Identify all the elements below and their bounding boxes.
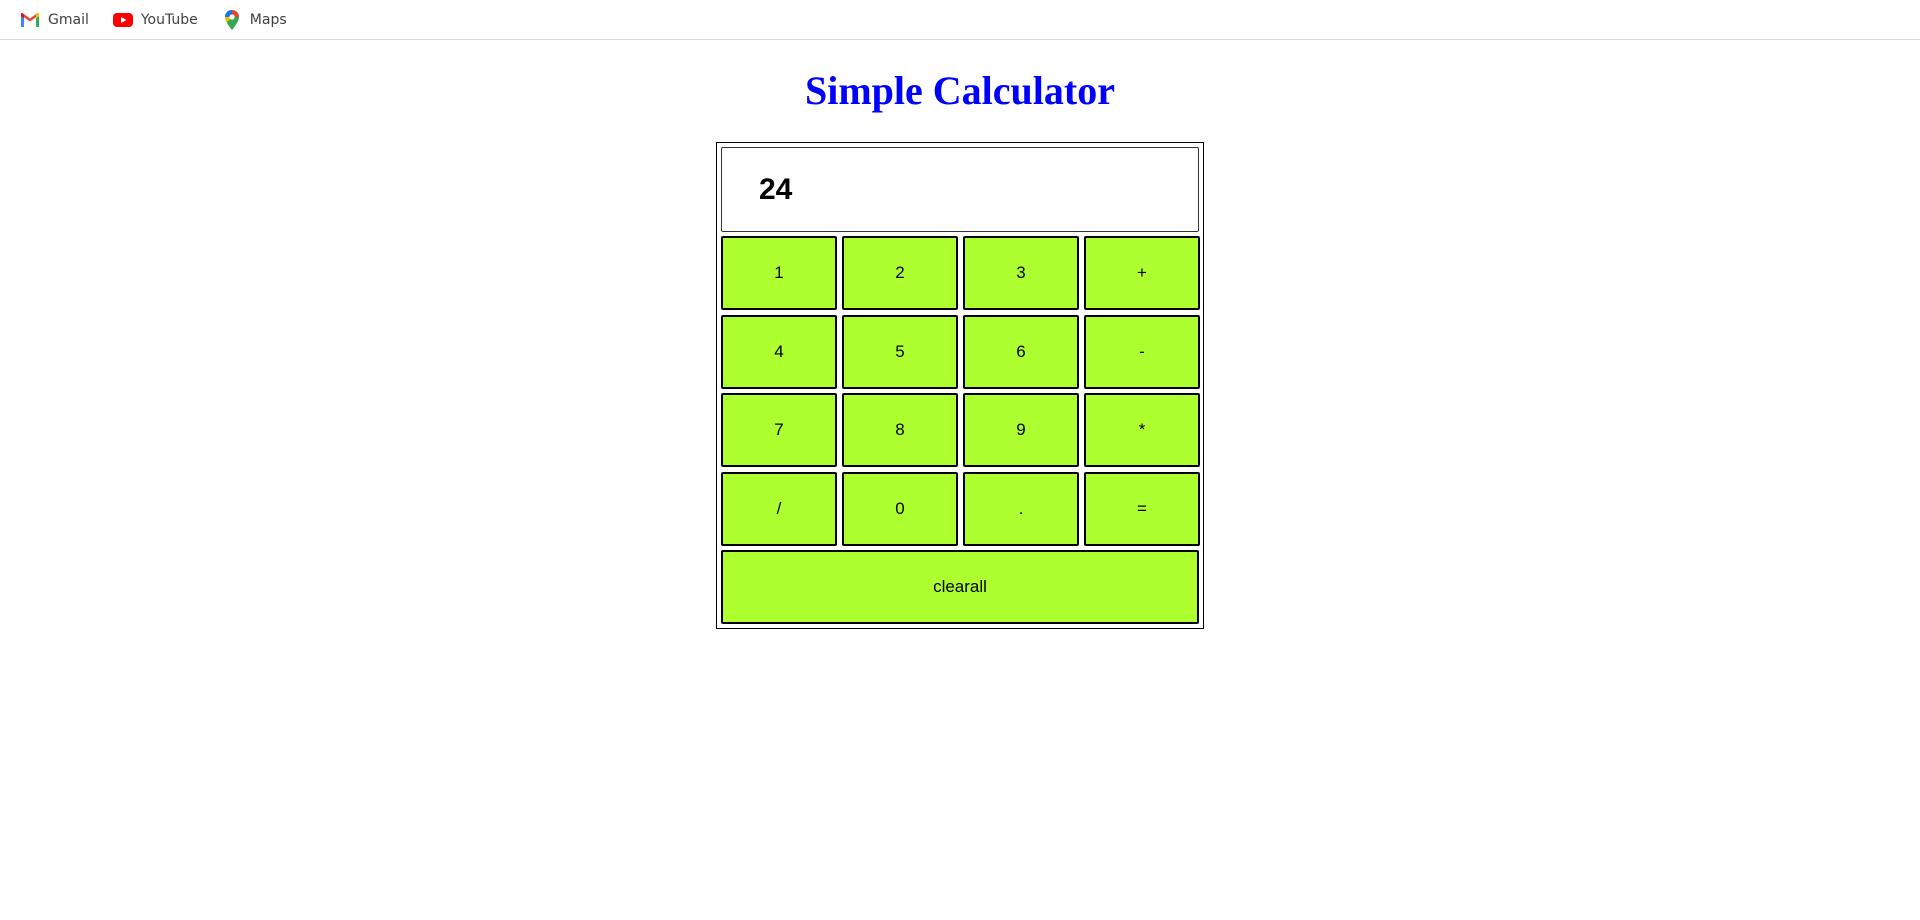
key-equals[interactable]: =	[1084, 472, 1200, 546]
key-8[interactable]: 8	[842, 393, 958, 467]
key-1[interactable]: 1	[721, 236, 837, 310]
calculator: 1 2 3 + 4 5 6 - 7 8 9 * / 0 . = clearall	[716, 142, 1204, 629]
key-decimal-point[interactable]: .	[963, 472, 1079, 546]
bookmark-youtube[interactable]: YouTube	[111, 6, 200, 34]
key-minus[interactable]: -	[1084, 315, 1200, 389]
bookmark-gmail[interactable]: Gmail	[18, 6, 91, 34]
youtube-icon	[112, 10, 133, 30]
key-2[interactable]: 2	[842, 236, 958, 310]
key-9[interactable]: 9	[963, 393, 1079, 467]
key-4[interactable]: 4	[721, 315, 837, 389]
bookmark-maps[interactable]: Maps	[220, 6, 289, 34]
key-multiply[interactable]: *	[1084, 393, 1200, 467]
bookmarks-bar: Gmail YouTube Maps	[0, 0, 1920, 40]
bookmark-label: Maps	[249, 11, 287, 28]
key-6[interactable]: 6	[963, 315, 1079, 389]
bookmark-label: YouTube	[140, 11, 198, 28]
key-7[interactable]: 7	[721, 393, 837, 467]
key-plus[interactable]: +	[1084, 236, 1200, 310]
page-title: Simple Calculator	[805, 68, 1115, 113]
key-0[interactable]: 0	[842, 472, 958, 546]
key-divide[interactable]: /	[721, 472, 837, 546]
bookmark-label: Gmail	[48, 11, 89, 28]
key-5[interactable]: 5	[842, 315, 958, 389]
key-3[interactable]: 3	[963, 236, 1079, 310]
maps-icon	[222, 9, 242, 30]
gmail-icon	[20, 10, 40, 30]
calculator-display[interactable]	[721, 147, 1199, 232]
clear-all-button[interactable]: clearall	[721, 550, 1199, 624]
